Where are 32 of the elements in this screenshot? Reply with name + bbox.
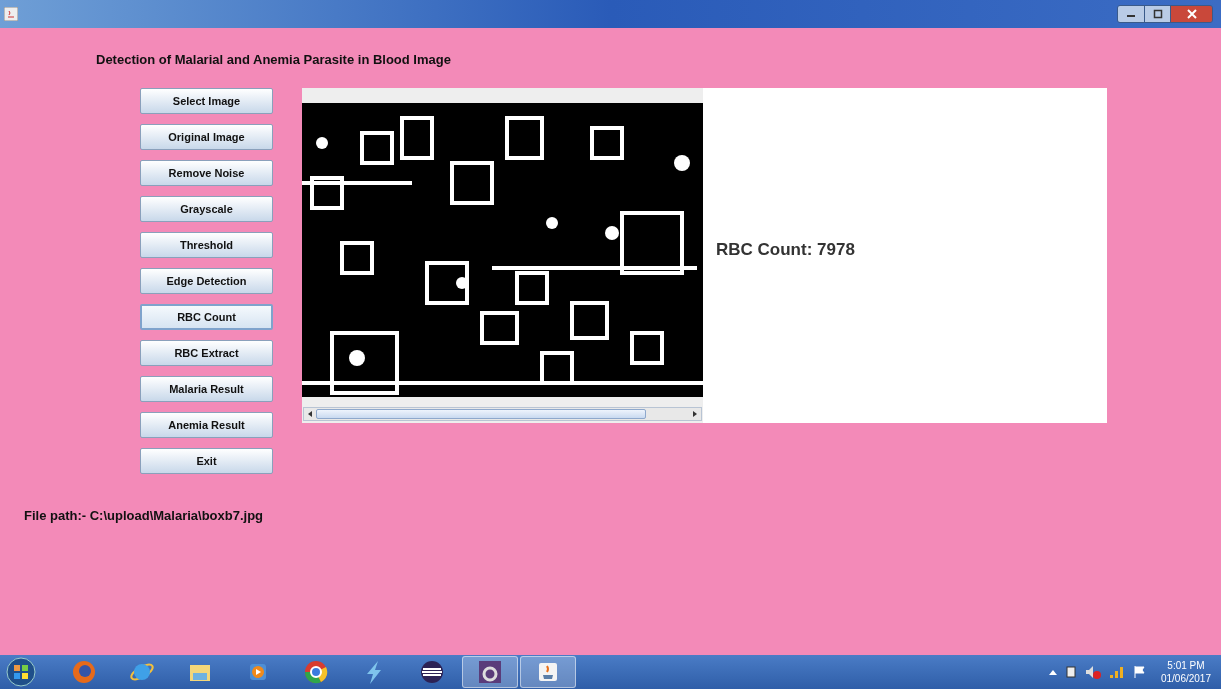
minimize-button[interactable]	[1118, 6, 1144, 22]
action-button[interactable]: Remove Noise	[140, 160, 273, 186]
action-button[interactable]: Grayscale	[140, 196, 273, 222]
flag-icon[interactable]	[1132, 665, 1147, 679]
horizontal-scrollbar[interactable]	[303, 407, 702, 421]
action-button[interactable]: Threshold	[140, 232, 273, 258]
maximize-icon	[1152, 9, 1163, 19]
rbc-count-text: RBC Count: 7978	[716, 238, 855, 261]
action-button[interactable]: RBC Extract	[140, 340, 273, 366]
tray-arrow-icon[interactable]	[1048, 669, 1057, 675]
close-icon	[1186, 9, 1197, 19]
app-heading: Detection of Malarial and Anemia Parasite in Blood Image	[96, 51, 451, 69]
signal-bars-icon[interactable]	[1108, 665, 1125, 679]
action-button[interactable]: Edge Detection	[140, 268, 273, 294]
maximize-button[interactable]	[1144, 6, 1170, 22]
action-button[interactable]: Exit	[140, 448, 273, 474]
close-button[interactable]	[1170, 6, 1212, 22]
java-app-icon	[4, 7, 18, 21]
taskbar-app-button[interactable]	[462, 656, 518, 688]
action-button[interactable]: Malaria Result	[140, 376, 273, 402]
action-button[interactable]: Select Image	[140, 88, 273, 114]
clock-time: 5:01 PM	[1167, 659, 1205, 672]
browser-globe-icon	[70, 658, 98, 686]
clock-date: 01/06/2017	[1160, 672, 1211, 685]
browser-circle-icon	[302, 658, 330, 686]
action-button[interactable]: Original Image	[140, 124, 273, 150]
start-button[interactable]	[4, 657, 38, 687]
clock[interactable]: 5:01 PM 01/06/2017	[1160, 659, 1211, 685]
muted-speaker-icon[interactable]	[1084, 665, 1101, 679]
file-path-text: File path:- C:\upload\Malaria\boxb7.jpg	[24, 507, 264, 525]
action-button[interactable]: RBC Count	[140, 304, 273, 330]
action-button[interactable]: Anemia Result	[140, 412, 273, 438]
